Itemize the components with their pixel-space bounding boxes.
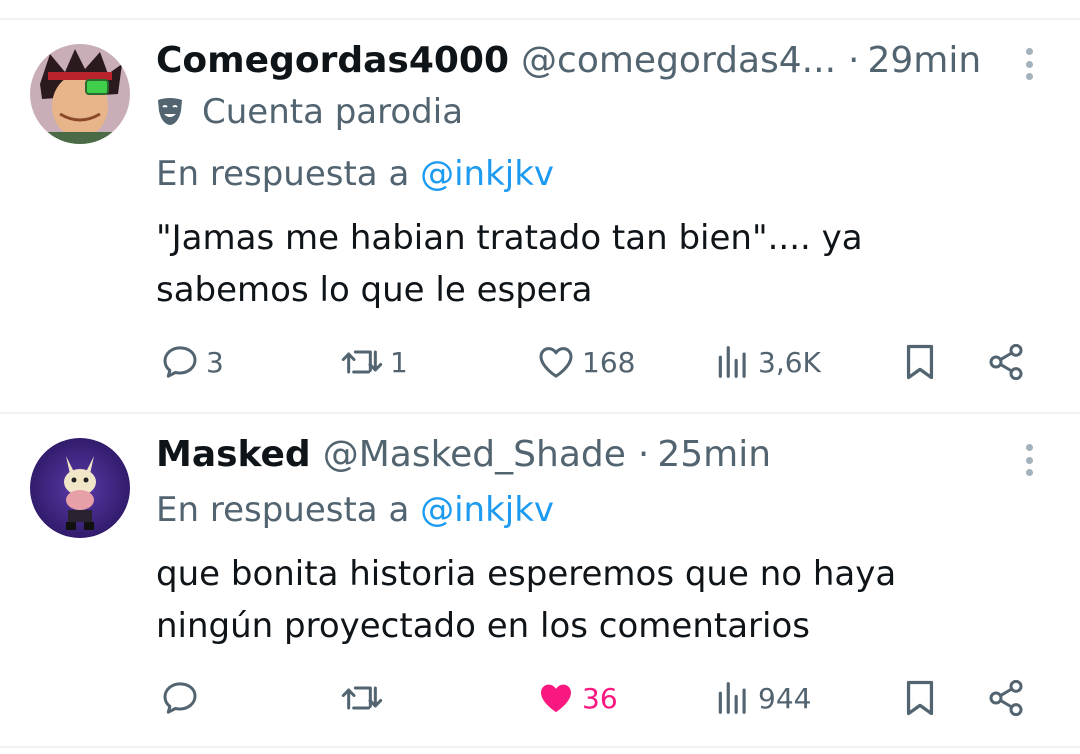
like-button[interactable]: 36 [536,678,618,718]
reply-button[interactable] [160,678,206,718]
avatar-image [30,44,130,144]
bookmark-icon [906,344,934,380]
like-count: 168 [582,345,636,379]
reply-count: 3 [206,345,224,379]
views-button[interactable]: 3,6K [714,342,821,382]
reply-context: En respuesta a @inkjkv [156,154,554,194]
views-icon [718,682,746,714]
parody-badge: Cuenta parodia [156,92,463,132]
avatar[interactable] [30,438,130,538]
like-icon [541,684,571,713]
tweet-header: Masked @Masked_Shade · 25min [156,434,771,494]
bookmark-button[interactable] [902,342,938,382]
like-count: 36 [582,681,618,715]
bookmark-icon [906,680,934,716]
tweet-text-line: que bonita historia esperemos que no hay… [156,554,897,594]
share-icon [989,679,1023,717]
reply-mention-link[interactable]: @inkjkv [420,490,554,530]
avatar-image [30,438,130,538]
views-button[interactable]: 944 [714,678,811,718]
display-name[interactable]: Masked [156,434,311,475]
action-bar: 36 944 [0,678,1080,728]
tweet-header: Comegordas4000 @comegordas4... · 29min [156,40,981,100]
more-icon[interactable] [1016,440,1042,480]
like-icon [539,347,573,378]
share-icon [989,343,1023,381]
tweet-divider [0,412,1080,414]
reply-icon [163,346,197,378]
share-button[interactable] [986,678,1026,718]
user-handle[interactable]: @Masked_Shade [323,434,626,475]
tweet-text: "Jamas me habian tratado tan bien".... y… [156,212,1026,316]
timestamp[interactable]: 29min [867,40,981,81]
parody-label: Cuenta parodia [202,92,464,132]
views-icon [718,346,746,378]
bottom-divider [0,746,1080,748]
retweet-button[interactable]: 1 [340,342,408,382]
bookmark-button[interactable] [902,678,938,718]
reply-mention-link[interactable]: @inkjkv [420,154,554,194]
reply-prefix: En respuesta a [156,154,410,194]
reply-icon [163,682,197,714]
theater-mask-icon [158,98,182,125]
more-icon[interactable] [1016,44,1042,84]
reply-context: En respuesta a @inkjkv [156,490,554,530]
reply-button[interactable]: 3 [160,342,224,382]
retweet-count: 1 [390,345,408,379]
reply-prefix: En respuesta a [156,490,410,530]
like-button[interactable]: 168 [536,342,635,382]
top-divider [0,18,1080,20]
tweet-1[interactable]: Comegordas4000 @comegordas4... · 29min C… [0,40,1080,412]
separator-dot: · [848,40,860,81]
tweet-text-line: sabemos lo que le espera [156,270,593,310]
retweet-icon [341,350,383,374]
tweet-2[interactable]: Masked @Masked_Shade · 25min En respuest… [0,434,1080,744]
view-count: 944 [758,681,812,715]
tweet-text: que bonita historia esperemos que no hay… [156,548,1026,652]
view-count: 3,6K [758,345,821,379]
tweet-text-line: "Jamas me habian tratado tan bien".... y… [156,218,863,258]
retweet-button[interactable] [340,678,390,718]
user-handle[interactable]: @comegordas4... [521,40,836,81]
action-bar: 3 1 168 3,6K [0,338,1080,388]
display-name[interactable]: Comegordas4000 [156,40,509,81]
timestamp[interactable]: 25min [657,434,771,475]
share-button[interactable] [986,342,1026,382]
separator-dot: · [637,434,650,475]
avatar[interactable] [30,44,130,144]
tweet-text-line: ningún proyectado en los comentarios [156,606,810,646]
retweet-icon [341,686,383,710]
